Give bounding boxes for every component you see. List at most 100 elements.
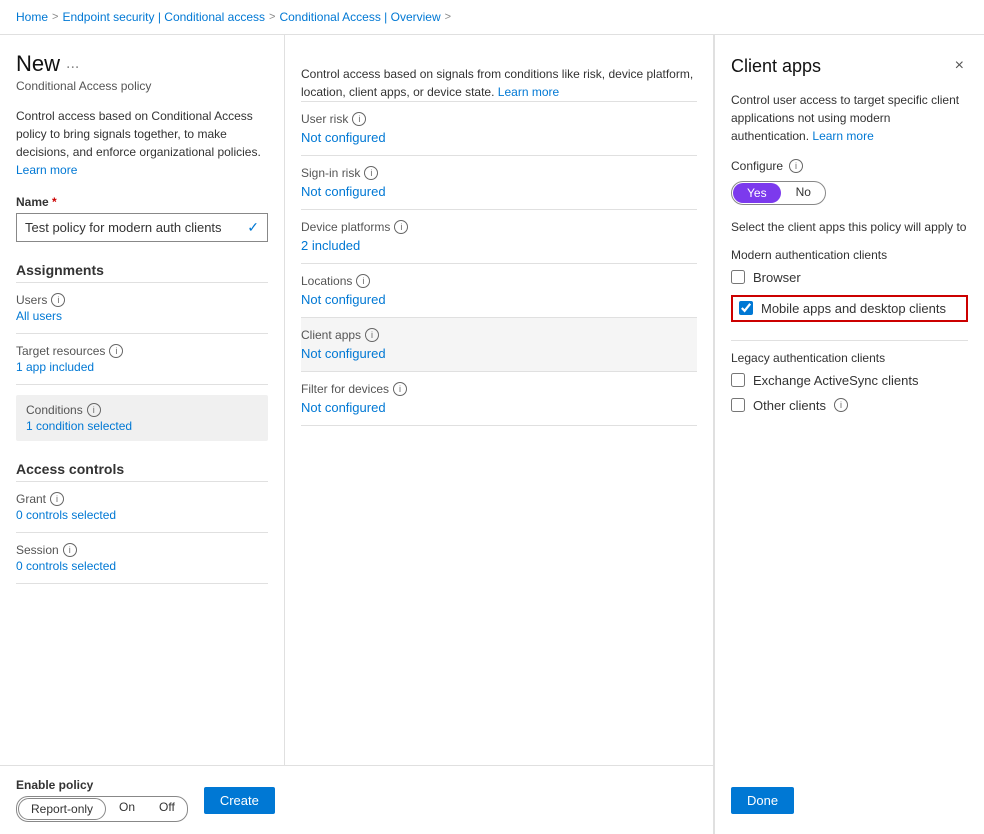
users-item: Users i All users — [16, 293, 268, 323]
condition-row-0[interactable]: User risk i Not configured — [301, 101, 697, 156]
configure-label: Configure — [731, 159, 783, 173]
breadcrumb-sep-2: > — [269, 11, 275, 23]
create-button[interactable]: Create — [204, 787, 275, 814]
condition-label-3: Locations i — [301, 274, 697, 288]
condition-label-2: Device platforms i — [301, 220, 697, 234]
configure-row: Configure i — [731, 159, 968, 173]
name-input[interactable]: Test policy for modern auth clients ✓ — [16, 213, 268, 242]
panel-title: Client apps — [731, 56, 821, 77]
page-subtitle: Conditional Access policy — [16, 79, 268, 93]
legacy-auth-title: Legacy authentication clients — [731, 351, 968, 365]
conditions-learn-more[interactable]: Learn more — [498, 85, 559, 99]
condition-row-4[interactable]: Client apps i Not configured — [301, 318, 697, 372]
configure-toggle[interactable]: Yes No — [731, 181, 826, 205]
toggle-no[interactable]: No — [782, 182, 825, 204]
name-label: Name * — [16, 195, 268, 209]
condition-row-5[interactable]: Filter for devices i Not configured — [301, 372, 697, 426]
radio-on[interactable]: On — [107, 797, 147, 821]
radio-off[interactable]: Off — [147, 797, 187, 821]
page-title: New ... — [16, 51, 268, 77]
grant-item: Grant i 0 controls selected — [16, 492, 268, 522]
col-left: New ... Conditional Access policy Contro… — [0, 35, 285, 765]
enable-policy-label: Enable policy — [16, 778, 188, 792]
policy-radio-group[interactable]: Report-only On Off — [16, 796, 188, 822]
condition-info-icon-2[interactable]: i — [394, 220, 408, 234]
footer-bar: Enable policy Report-only On Off Create — [0, 765, 713, 834]
target-resources-item: Target resources i 1 app included — [16, 344, 268, 374]
mobile-checkbox-item-highlighted[interactable]: Mobile apps and desktop clients — [731, 295, 968, 322]
other-checkbox-item[interactable]: Other clients i — [731, 398, 968, 413]
browser-checkbox[interactable] — [731, 270, 745, 284]
select-text: Select the client apps this policy will … — [731, 219, 968, 236]
col-right: Control access based on signals from con… — [285, 35, 713, 765]
conditions-block: Conditions i 1 condition selected — [16, 395, 268, 441]
condition-info-icon-3[interactable]: i — [356, 274, 370, 288]
users-value[interactable]: All users — [16, 309, 268, 323]
condition-info-icon-5[interactable]: i — [393, 382, 407, 396]
panel-header: Client apps × — [731, 55, 968, 77]
divider — [731, 340, 968, 341]
breadcrumb-endpoint[interactable]: Endpoint security | Conditional access — [62, 10, 265, 24]
condition-info-icon-4[interactable]: i — [365, 328, 379, 342]
policy-description: Control access based on Conditional Acce… — [16, 107, 268, 179]
panel-description: Control user access to target specific c… — [731, 91, 968, 145]
condition-value-2[interactable]: 2 included — [301, 238, 697, 253]
grant-info-icon[interactable]: i — [50, 492, 64, 506]
access-controls-header: Access controls — [16, 461, 268, 482]
left-panel: New ... Conditional Access policy Contro… — [0, 35, 714, 834]
mobile-label: Mobile apps and desktop clients — [761, 301, 946, 316]
conditions-description: Control access based on signals from con… — [301, 65, 697, 101]
target-resources-info-icon[interactable]: i — [109, 344, 123, 358]
breadcrumb-sep-3: > — [445, 11, 451, 23]
users-info-icon[interactable]: i — [51, 293, 65, 307]
panel-learn-more[interactable]: Learn more — [812, 129, 873, 143]
condition-info-icon-1[interactable]: i — [364, 166, 378, 180]
condition-row-1[interactable]: Sign-in risk i Not configured — [301, 156, 697, 210]
browser-checkbox-item[interactable]: Browser — [731, 270, 968, 285]
modern-auth-title: Modern authentication clients — [731, 248, 968, 262]
other-checkbox[interactable] — [731, 398, 745, 412]
conditions-value[interactable]: 1 condition selected — [26, 419, 258, 433]
session-info-icon[interactable]: i — [63, 543, 77, 557]
required-marker: * — [52, 195, 57, 209]
condition-label-5: Filter for devices i — [301, 382, 697, 396]
close-button[interactable]: × — [951, 55, 968, 77]
condition-value-5[interactable]: Not configured — [301, 400, 697, 415]
breadcrumb: Home > Endpoint security | Conditional a… — [0, 0, 984, 35]
grant-value[interactable]: 0 controls selected — [16, 508, 268, 522]
radio-report-only[interactable]: Report-only — [18, 798, 106, 820]
configure-info-icon[interactable]: i — [789, 159, 803, 173]
check-icon: ✓ — [247, 219, 259, 236]
right-panel: Client apps × Control user access to tar… — [714, 35, 984, 834]
condition-rows: User risk i Not configured Sign-in risk … — [301, 101, 697, 426]
condition-label-0: User risk i — [301, 112, 697, 126]
learn-more-link[interactable]: Learn more — [16, 163, 77, 177]
condition-value-3[interactable]: Not configured — [301, 292, 697, 307]
page-ellipsis: ... — [66, 55, 79, 73]
condition-info-icon-0[interactable]: i — [352, 112, 366, 126]
browser-label: Browser — [753, 270, 801, 285]
conditions-item: Conditions i 1 condition selected — [26, 403, 258, 433]
breadcrumb-conditional[interactable]: Conditional Access | Overview — [279, 10, 440, 24]
condition-row-3[interactable]: Locations i Not configured — [301, 264, 697, 318]
exchange-checkbox[interactable] — [731, 373, 745, 387]
exchange-checkbox-item[interactable]: Exchange ActiveSync clients — [731, 373, 968, 388]
toggle-yes[interactable]: Yes — [733, 183, 781, 203]
condition-row-2[interactable]: Device platforms i 2 included — [301, 210, 697, 264]
condition-value-1[interactable]: Not configured — [301, 184, 697, 199]
condition-value-0[interactable]: Not configured — [301, 130, 697, 145]
name-field-section: Name * Test policy for modern auth clien… — [16, 195, 268, 242]
session-value[interactable]: 0 controls selected — [16, 559, 268, 573]
mobile-checkbox[interactable] — [739, 301, 753, 315]
breadcrumb-home[interactable]: Home — [16, 10, 48, 24]
condition-value-4[interactable]: Not configured — [301, 346, 697, 361]
session-item: Session i 0 controls selected — [16, 543, 268, 573]
conditions-info-icon[interactable]: i — [87, 403, 101, 417]
exchange-label: Exchange ActiveSync clients — [753, 373, 918, 388]
target-resources-value[interactable]: 1 app included — [16, 360, 268, 374]
done-button[interactable]: Done — [731, 787, 794, 814]
condition-label-4: Client apps i — [301, 328, 697, 342]
other-info-icon[interactable]: i — [834, 398, 848, 412]
breadcrumb-sep-1: > — [52, 11, 58, 23]
panel-footer: Done — [731, 771, 968, 814]
